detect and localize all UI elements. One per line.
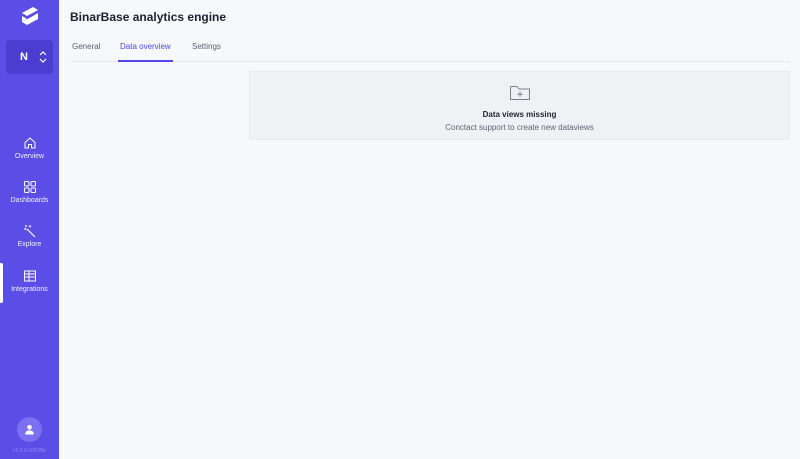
table-icon — [23, 270, 36, 282]
sidebar-item-dashboards[interactable]: Dashboards — [0, 180, 59, 220]
folder-plus-icon — [510, 86, 530, 100]
workspace-switcher[interactable]: N — [6, 40, 53, 74]
sidebar: N Overview Dashboards Explore Integratio… — [0, 0, 59, 459]
sidebar-item-label: Overview — [14, 153, 45, 160]
tab-settings[interactable]: Settings — [192, 42, 221, 51]
empty-state-title: Data views missing — [482, 110, 557, 119]
empty-state-panel: Data views missing Conctact support to c… — [249, 71, 790, 140]
app-version: v1.0.0-0057f8e — [12, 448, 47, 454]
grid-icon — [23, 181, 36, 193]
workspace-letter: N — [20, 51, 28, 63]
sidebar-item-label: Integrations — [11, 286, 48, 293]
tab-general[interactable]: General — [72, 42, 100, 51]
tab-data-overview[interactable]: Data overview — [120, 42, 171, 51]
tab-bar: General Data overview Settings — [70, 38, 790, 62]
sidebar-item-overview[interactable]: Overview — [0, 136, 59, 176]
home-icon — [24, 137, 35, 149]
sidebar-item-label: Explore — [17, 241, 42, 248]
sidebar-item-label: Dashboards — [10, 197, 49, 204]
app-logo-icon[interactable] — [19, 7, 41, 27]
chevron-up-down-icon — [39, 51, 47, 63]
sidebar-item-explore[interactable]: Explore — [0, 224, 59, 264]
empty-state-message: Conctact support to create new dataviews — [445, 123, 594, 132]
sidebar-item-integrations[interactable]: Integrations — [0, 263, 59, 309]
user-icon — [25, 425, 34, 435]
user-avatar[interactable] — [17, 417, 42, 442]
magic-wand-icon — [23, 225, 35, 238]
page-title: BinarBase analytics engine — [70, 10, 227, 24]
active-tab-indicator — [118, 60, 173, 62]
